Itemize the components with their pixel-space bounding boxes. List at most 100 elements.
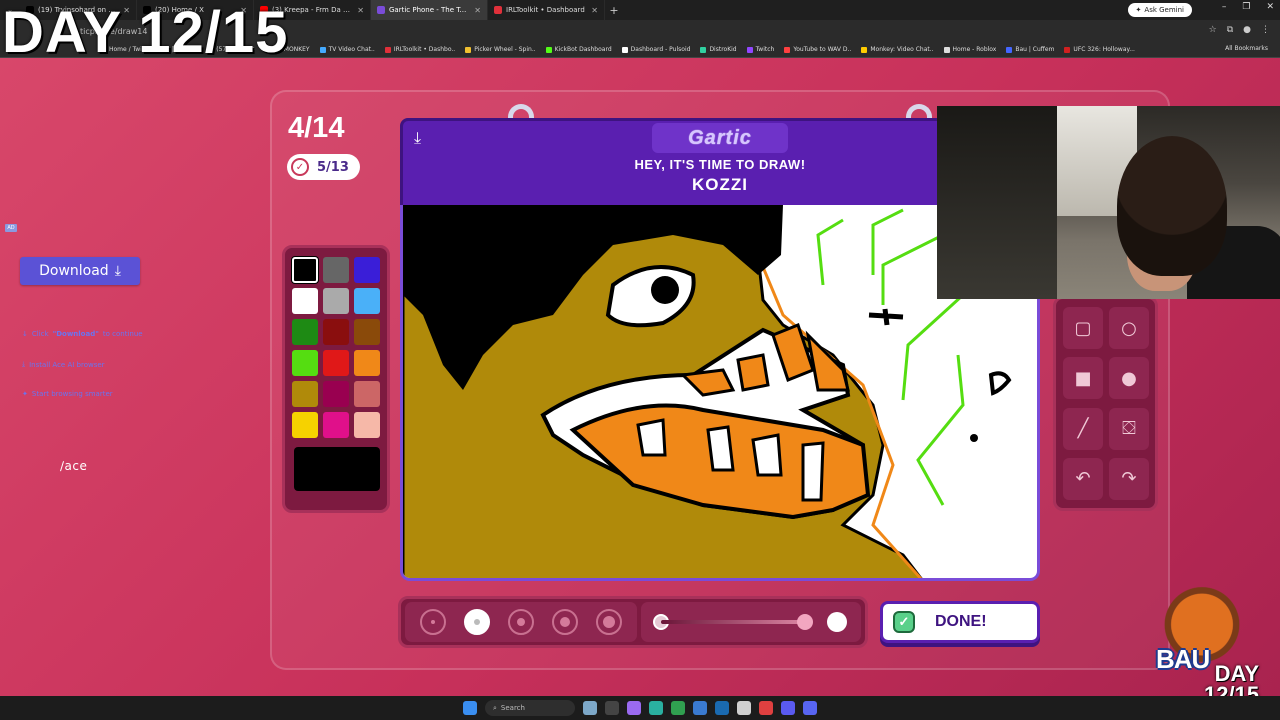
circle-fill-tool-icon[interactable]: ● <box>1109 357 1149 400</box>
bookmark-item[interactable]: Bau | Cuffem <box>1006 46 1054 53</box>
download-arrow-icon: ⤓ <box>114 263 121 279</box>
download-drawing-icon[interactable]: ⤓ <box>414 128 436 150</box>
bookmark-item[interactable]: TV Video Chat.. <box>319 46 375 53</box>
bookmark-item[interactable]: Home - Roblox <box>943 46 996 53</box>
color-swatch[interactable] <box>323 381 349 407</box>
color-swatch[interactable] <box>323 319 349 345</box>
new-tab-button[interactable]: + <box>605 4 623 17</box>
color-swatch[interactable] <box>354 257 380 283</box>
extensions-icon[interactable]: ⧉ <box>1227 25 1233 35</box>
drawing-green-stroke <box>881 233 944 305</box>
ad-download-button[interactable]: Download ⤓ <box>20 257 140 285</box>
color-swatch[interactable] <box>354 350 380 376</box>
tab-close-icon[interactable]: ✕ <box>357 6 364 15</box>
line-tool-icon[interactable]: ╱ <box>1063 407 1103 450</box>
done-button[interactable]: ✓ DONE! <box>880 601 1040 643</box>
color-swatch[interactable] <box>292 257 318 283</box>
app-icon[interactable] <box>737 701 751 715</box>
tab-close-icon[interactable]: ✕ <box>591 6 598 15</box>
bookmark-item[interactable]: DistroKid <box>700 46 737 53</box>
color-swatch[interactable] <box>354 319 380 345</box>
profile-icon[interactable]: ● <box>1243 25 1251 35</box>
app-icon[interactable] <box>781 701 795 715</box>
checkmark-icon: ✓ <box>893 611 915 633</box>
browser-tab[interactable]: Gartic Phone - The Telephone G ✕ <box>371 0 488 20</box>
windows-start-icon[interactable] <box>463 701 477 715</box>
webcam-overlay <box>937 106 1280 299</box>
all-bookmarks[interactable]: All Bookmarks <box>1225 45 1268 52</box>
redo-tool-icon[interactable]: ↷ <box>1109 457 1149 500</box>
bookmark-favicon-icon <box>1006 46 1013 53</box>
mascot-text: BAU <box>1156 644 1210 674</box>
color-swatch[interactable] <box>323 288 349 314</box>
widgets-icon[interactable] <box>583 701 597 715</box>
brush-size-selector <box>405 602 637 642</box>
task-view-icon[interactable] <box>605 701 619 715</box>
square-outline-tool-icon[interactable]: ▢ <box>1063 307 1103 349</box>
ad-step-prefix: Click <box>31 330 49 338</box>
color-swatch[interactable] <box>292 319 318 345</box>
brush-size-option[interactable] <box>420 609 446 635</box>
bookmark-item[interactable]: YouTube to WAV D.. <box>784 46 851 53</box>
browser-tab[interactable]: IRLToolkit • Dashboard ✕ <box>488 0 605 20</box>
undo-tool-icon[interactable]: ↶ <box>1063 457 1103 500</box>
drawing-green-stroke <box>916 354 965 506</box>
bookmark-label: DistroKid <box>709 46 737 53</box>
mail-icon[interactable] <box>715 701 729 715</box>
color-swatch[interactable] <box>354 412 380 438</box>
bookmark-item[interactable]: IRLToolkit • Dashbo.. <box>384 46 455 53</box>
brush-size-option[interactable] <box>508 609 534 635</box>
color-swatch[interactable] <box>292 381 318 407</box>
bookmark-item[interactable]: Twitch <box>746 46 774 53</box>
color-swatch[interactable] <box>323 257 349 283</box>
star-icon[interactable]: ☆ <box>1209 25 1217 35</box>
bookmark-item[interactable]: Monkey: Video Chat.. <box>861 46 934 53</box>
bookmark-item[interactable]: Picker Wheel - Spin.. <box>465 46 536 53</box>
brush-size-option[interactable] <box>464 609 490 635</box>
brush-settings-bar <box>398 596 868 648</box>
color-swatch[interactable] <box>292 288 318 314</box>
color-swatch[interactable] <box>292 350 318 376</box>
close-window-icon[interactable]: ✕ <box>1266 2 1274 12</box>
opacity-handle[interactable] <box>797 614 813 630</box>
bookmark-item[interactable]: KickBot Dashboard <box>545 46 612 53</box>
drawing-green-stroke <box>816 218 844 286</box>
minimize-icon[interactable]: – <box>1222 2 1227 12</box>
arrow-icon: ↓ <box>22 330 28 338</box>
color-swatch[interactable] <box>292 412 318 438</box>
ask-gemini-button[interactable]: ✦ Ask Gemini <box>1127 3 1192 17</box>
brush-size-option[interactable] <box>552 609 578 635</box>
discord-icon[interactable] <box>803 701 817 715</box>
bookmark-label: UFC 326: Holloway... <box>1073 46 1135 53</box>
app-icon[interactable] <box>693 701 707 715</box>
opacity-track[interactable] <box>661 620 811 624</box>
app-icon[interactable] <box>759 701 773 715</box>
gartic-logo: Gartic <box>652 123 788 153</box>
color-swatch[interactable] <box>354 381 380 407</box>
chrome-icon[interactable] <box>671 701 685 715</box>
prompt-title: HEY, IT'S TIME TO DRAW! <box>634 157 806 172</box>
tab-close-icon[interactable]: ✕ <box>474 6 481 15</box>
bookmark-item[interactable]: UFC 326: Holloway... <box>1064 46 1135 53</box>
brush-size-option[interactable] <box>596 609 622 635</box>
bookmark-favicon-icon <box>943 46 950 53</box>
round-counter: 4/14 <box>288 112 345 144</box>
app-icon[interactable] <box>627 701 641 715</box>
opacity-max-icon <box>827 612 847 632</box>
color-swatch[interactable] <box>323 350 349 376</box>
edge-icon[interactable] <box>649 701 663 715</box>
search-icon: ⌕ <box>493 703 497 712</box>
color-swatch[interactable] <box>323 412 349 438</box>
menu-icon[interactable]: ⋮ <box>1261 25 1270 35</box>
taskbar-search[interactable]: ⌕ Search <box>485 700 575 716</box>
square-fill-tool-icon[interactable]: ■ <box>1063 357 1103 400</box>
maximize-icon[interactable]: ❐ <box>1242 2 1250 12</box>
circle-outline-tool-icon[interactable]: ○ <box>1109 307 1149 349</box>
bucket-tool-icon[interactable]: ⛋ <box>1109 407 1149 450</box>
drawing-fly <box>988 371 1012 396</box>
opacity-slider[interactable] <box>641 602 861 642</box>
day-overlay: DAY 12/15 <box>2 0 289 65</box>
color-palette <box>282 245 390 513</box>
color-swatch[interactable] <box>354 288 380 314</box>
bookmark-item[interactable]: Dashboard - Pulsoid <box>621 46 690 53</box>
